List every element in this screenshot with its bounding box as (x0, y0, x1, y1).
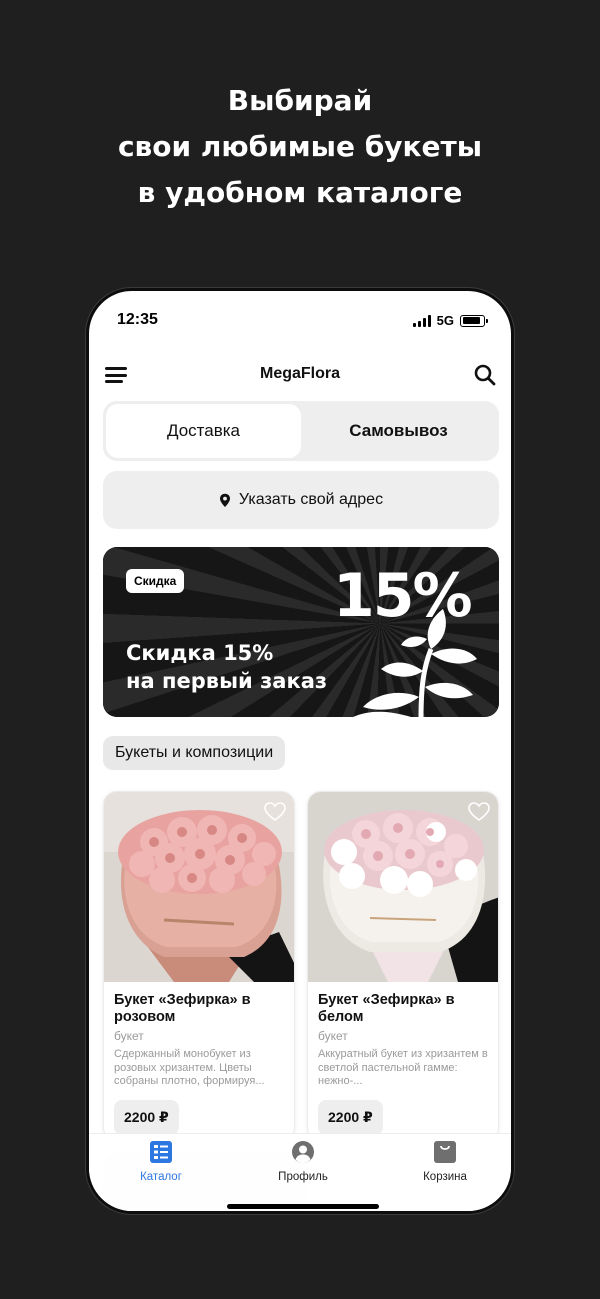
battery-icon (460, 314, 488, 327)
product-image (104, 792, 294, 982)
catalog-icon (150, 1141, 172, 1163)
delivery-mode-switch: Доставка Самовывоз (103, 401, 499, 461)
tab-profile-label: Профиль (278, 1171, 328, 1183)
promo-badge: Скидка (126, 569, 185, 593)
headline-line-2: свои любимые букеты (117, 130, 483, 163)
category-chip[interactable]: Букеты и композиции (103, 736, 286, 770)
address-button[interactable]: Указать свой адрес (103, 471, 499, 529)
product-card[interactable]: Букет «Зефирка» в розовом букет Сдержанн… (103, 791, 295, 1141)
product-card[interactable]: Букет «Зефирка» в белом букет Аккуратный… (307, 791, 499, 1141)
tab-catalog-label: Каталог (140, 1171, 182, 1183)
signal-icon (412, 314, 431, 327)
headline-line-1: Выбирай (227, 84, 373, 117)
headline-line-3: в удобном каталоге (137, 176, 463, 209)
promo-headline: Выбирай свои любимые букеты в удобном ка… (0, 78, 600, 216)
tab-delivery[interactable]: Доставка (106, 404, 301, 458)
product-description: Аккуратный букет из хризантем в светлой … (318, 1048, 488, 1087)
search-icon[interactable] (473, 363, 497, 387)
tab-cart-label: Корзина (423, 1171, 467, 1183)
promo-line-2: на первый заказ (126, 669, 328, 693)
product-image (308, 792, 498, 982)
home-indicator[interactable] (227, 1204, 379, 1209)
address-label: Указать свой адрес (238, 491, 384, 508)
product-name: Букет «Зефирка» в розовом (114, 992, 251, 1025)
product-description: Сдержанный монобукет из розовых хризанте… (114, 1048, 265, 1087)
product-price[interactable]: 2200 ₽ (318, 1100, 383, 1135)
promo-line-1: Скидка 15% (126, 641, 274, 665)
tab-cart[interactable]: Корзина (395, 1140, 495, 1183)
status-time: 12:35 (117, 311, 158, 328)
product-type: букет (114, 1029, 144, 1043)
heart-icon[interactable] (468, 802, 490, 822)
phone-frame: 12:35 5G MegaFlora Доставка Самовывоз Ук… (86, 288, 514, 1214)
product-price[interactable]: 2200 ₽ (114, 1100, 179, 1135)
promo-text: Скидка 15% на первый заказ (126, 639, 327, 695)
app-title: MegaFlora (259, 365, 340, 382)
product-type: букет (318, 1029, 348, 1043)
promo-banner[interactable]: Скидка 15% Скидка 15% на первый заказ (103, 547, 499, 717)
profile-icon (292, 1141, 314, 1163)
tab-catalog[interactable]: Каталог (111, 1140, 211, 1183)
flower-icon (353, 609, 477, 717)
app-header: MegaFlora (89, 357, 511, 393)
cart-bag-icon (434, 1141, 456, 1163)
product-name: Букет «Зефирка» в белом (318, 992, 455, 1025)
bottom-tab-bar: Каталог Профиль Корзина (89, 1133, 511, 1211)
network-label: 5G (436, 313, 454, 328)
heart-icon[interactable] (264, 802, 286, 822)
status-bar: 12:35 5G (89, 311, 511, 333)
tab-pickup[interactable]: Самовывоз (301, 404, 496, 458)
tab-profile[interactable]: Профиль (253, 1140, 353, 1183)
location-pin-icon (219, 493, 230, 507)
